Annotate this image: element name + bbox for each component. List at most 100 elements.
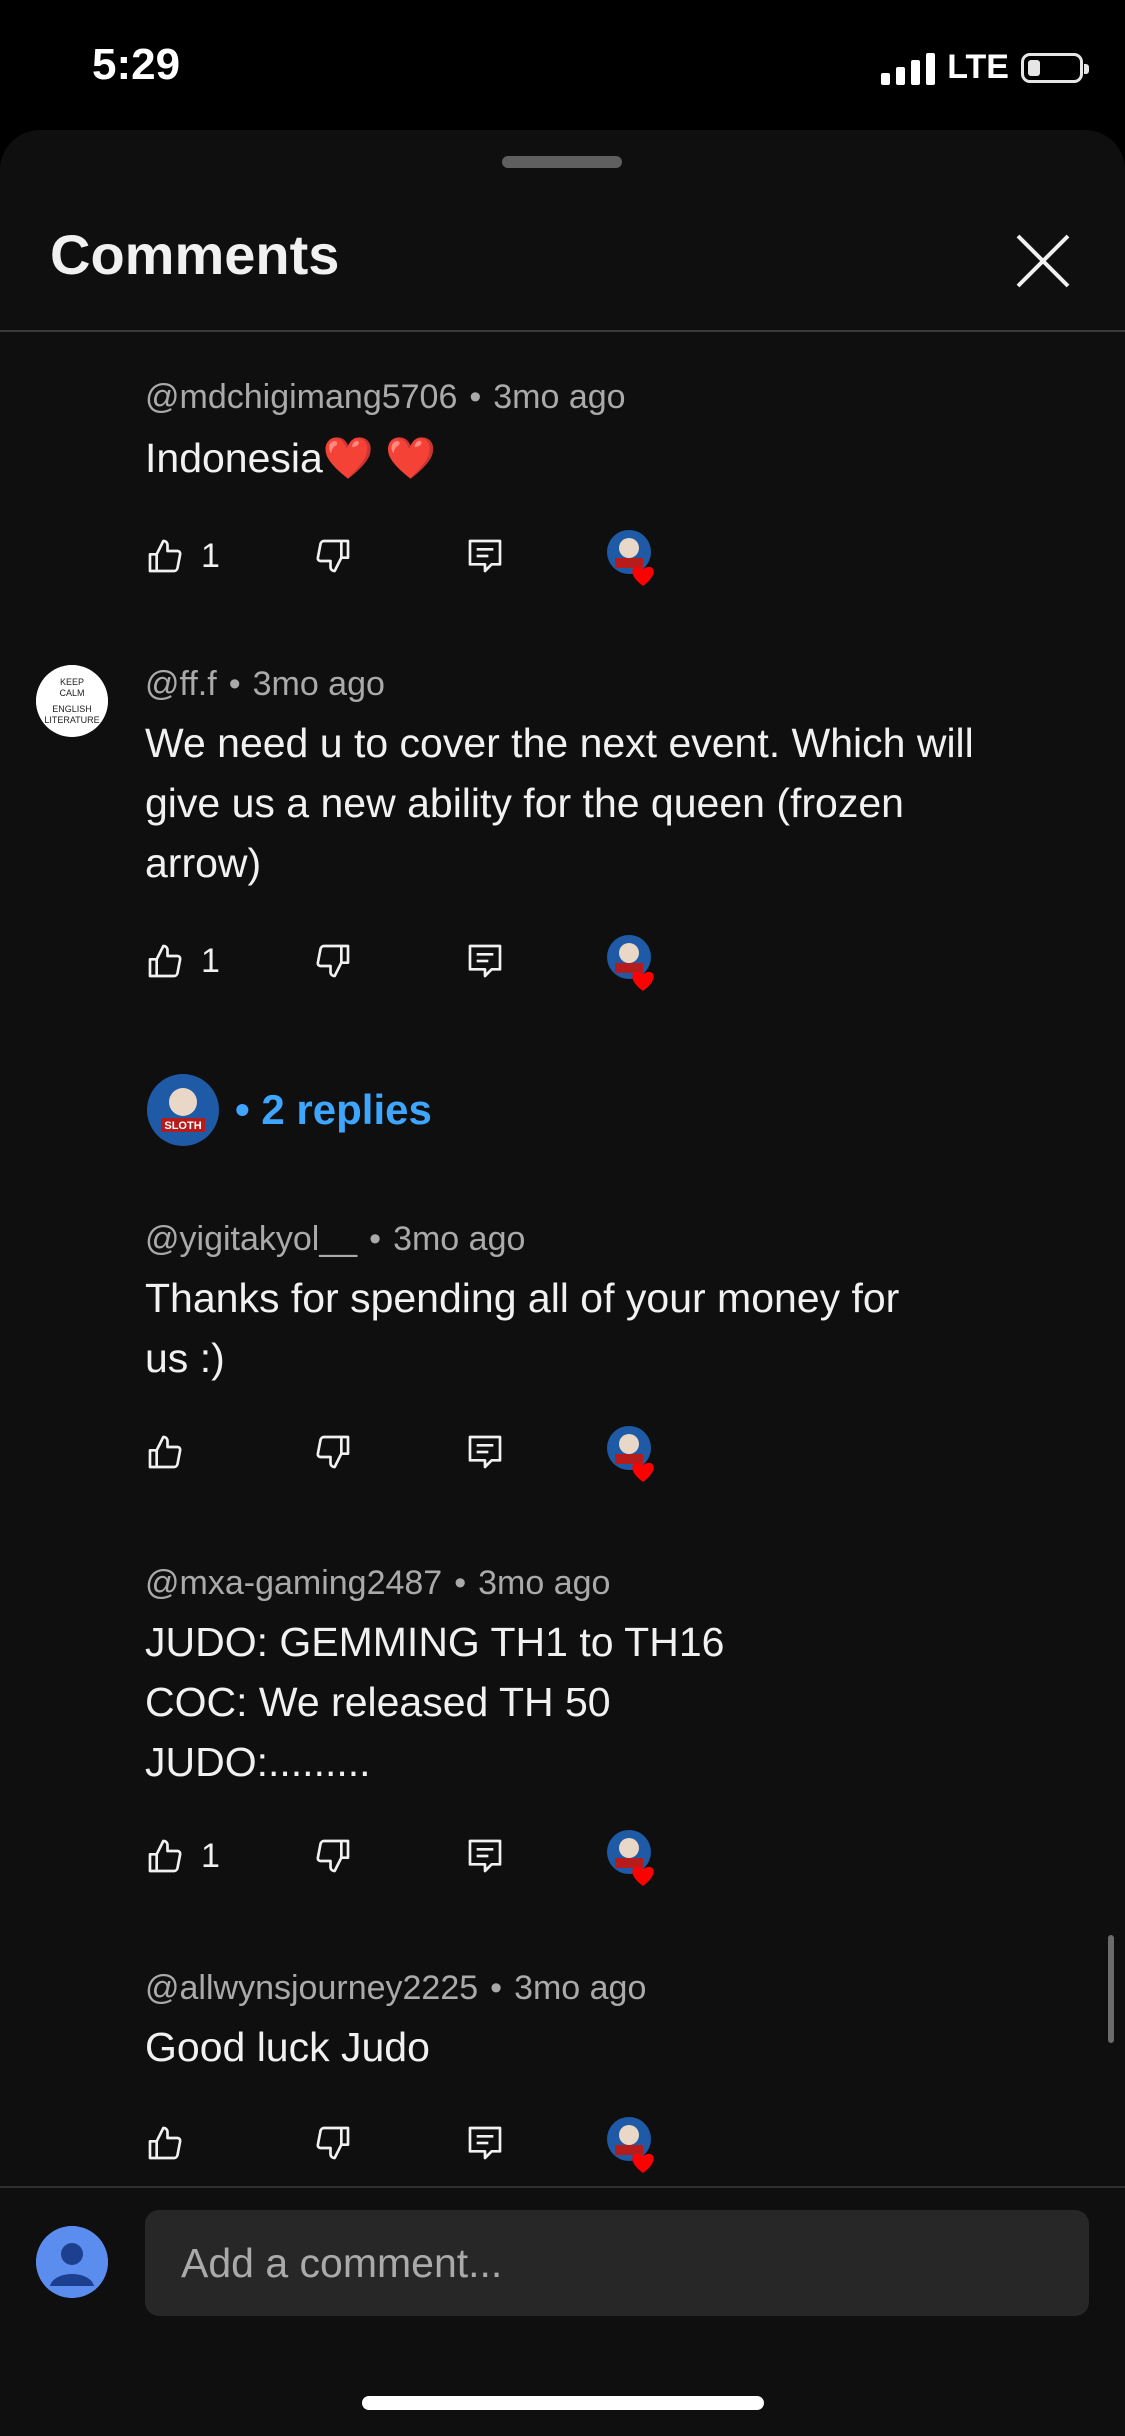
reply-icon [468,1435,502,1469]
comment-meta: @allwynsjourney2225 • 3mo ago [145,1969,646,2008]
comment-author[interactable]: @ff.f [145,665,217,703]
meta-separator: • [228,665,241,703]
comment-time: 3mo ago [493,378,626,416]
svg-text:LITERATURE: LITERATURE [44,715,99,725]
reply-icon [468,1839,502,1873]
dislike-icon [316,1839,350,1873]
comment-author[interactable]: @allwynsjourney2225 [145,1969,478,2007]
reply-icon [468,2126,502,2160]
commenter-avatar[interactable]: KEEP CALM ENGLISH LITERATURE [36,665,108,737]
reply-button[interactable] [465,1826,505,1886]
replies-label: • 2 replies [235,1086,432,1133]
comment-actions: 1 [145,931,705,991]
comment-text: Indonesia❤️ ❤️ [145,428,1045,488]
comment-author[interactable]: @yigitakyol__ [145,1220,357,1258]
close-button[interactable] [1008,226,1078,296]
comment-actions [145,2113,705,2173]
like-count: 1 [201,536,220,575]
comment-author[interactable]: @mxa-gaming2487 [145,1564,442,1602]
like-button[interactable]: 1 [145,1826,220,1886]
comment-actions [145,1422,705,1482]
sheet-title: Comments [50,223,340,286]
like-button[interactable]: 1 [145,526,220,586]
comment-line: us :) [145,1335,225,1381]
like-count: 1 [201,1836,220,1875]
svg-text:KEEP: KEEP [60,677,84,687]
status-bar: 5:29 LTE [0,0,1125,130]
like-count: 1 [201,941,220,980]
like-icon [148,539,182,573]
comment-author[interactable]: @mdchigimang5706 [145,378,457,416]
comment-meta: @yigitakyol__ • 3mo ago [145,1220,525,1259]
dislike-icon [316,2126,350,2160]
comment-line: Indonesia❤️ ❤️ [145,435,437,481]
like-button[interactable]: 1 [145,931,220,991]
comment-actions: 1 [145,1826,705,1886]
comment-actions: 1 [145,526,705,586]
dislike-icon [316,539,350,573]
reply-icon [468,539,502,573]
svg-text:SLOTH: SLOTH [164,1120,201,1132]
comment-line: JUDO:......... [145,1739,371,1785]
drag-handle[interactable] [502,156,622,168]
comment-line: Thanks for spending all of your money fo… [145,1275,900,1321]
dislike-button[interactable] [313,931,353,991]
meta-separator: • [490,1969,503,2007]
comment-line: JUDO: GEMMING TH1 to TH16 [145,1619,725,1665]
comment-line: We need u to cover the next event. Which… [145,720,974,766]
comment-meta: @mdchigimang5706 • 3mo ago [145,378,626,417]
reply-button[interactable] [465,1422,505,1482]
close-icon [1016,234,1070,288]
comment-input[interactable] [145,2210,1089,2316]
reply-button[interactable] [465,2113,505,2173]
like-button[interactable] [145,1422,201,1482]
comment-meta: @ff.f • 3mo ago [145,665,385,704]
user-icon [36,2226,108,2298]
dislike-button[interactable] [313,1422,353,1482]
creator-heart-icon [605,2115,665,2175]
view-replies-button[interactable]: SLOTH • 2 replies [145,1070,432,1150]
home-indicator[interactable] [362,2396,764,2410]
reply-icon [468,944,502,978]
reply-button[interactable] [465,931,505,991]
like-icon [148,1839,182,1873]
comment-time: 3mo ago [393,1220,526,1258]
comment-time: 3mo ago [514,1969,647,2007]
comment-text: JUDO: GEMMING TH1 to TH16 COC: We releas… [145,1612,1045,1792]
network-label: LTE [947,48,1009,86]
dislike-button[interactable] [313,2113,353,2173]
comment-time: 3mo ago [478,1564,611,1602]
creator-heart-icon [605,933,665,993]
comment-line: give us a new ability for the queen (fro… [145,780,904,826]
comment-meta: @mxa-gaming2487 • 3mo ago [145,1564,610,1603]
comment-text: We need u to cover the next event. Which… [145,713,1045,893]
creator-heart-icon [605,1828,665,1888]
meta-separator: • [469,378,482,416]
status-time: 5:29 [92,40,181,89]
dislike-button[interactable] [313,1826,353,1886]
comment-line: arrow) [145,840,262,886]
like-button[interactable] [145,2113,201,2173]
like-icon [148,944,182,978]
scrollbar[interactable] [1108,1935,1114,2043]
creator-heart-icon [605,1424,665,1484]
user-avatar[interactable] [36,2226,108,2298]
svg-text:ENGLISH: ENGLISH [52,704,92,714]
comment-text: Thanks for spending all of your money fo… [145,1268,1045,1388]
creator-heart-icon [605,528,665,588]
creator-avatar-icon: SLOTH [147,1074,219,1146]
dislike-button[interactable] [313,526,353,586]
reply-button[interactable] [465,526,505,586]
signal-icon [881,51,936,85]
meta-separator: • [454,1564,467,1602]
comment-text: Good luck Judo [145,2017,1045,2077]
comment-time: 3mo ago [252,665,385,703]
meta-separator: • [369,1220,382,1258]
status-indicators: LTE [881,48,1089,87]
like-icon [148,1435,182,1469]
dislike-icon [316,1435,350,1469]
svg-text:CALM: CALM [59,688,84,698]
battery-icon [1021,52,1089,83]
dislike-icon [316,944,350,978]
composer-divider [0,2186,1125,2188]
